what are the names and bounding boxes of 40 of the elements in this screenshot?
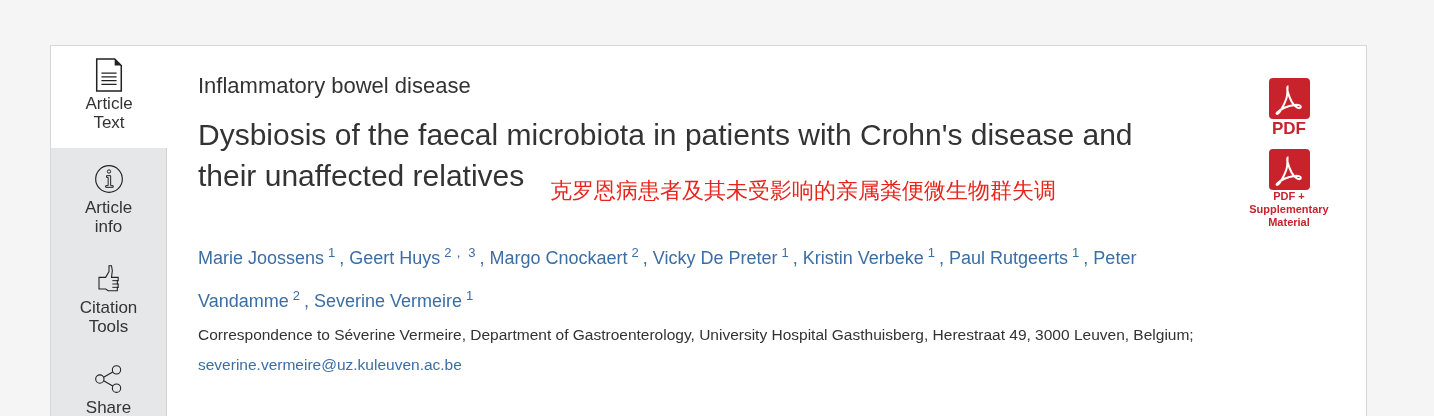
sidebar-tab[interactable]: Share <box>51 348 167 416</box>
email-link[interactable]: severine.vermeire@uz.kuleuven.ac.be <box>198 356 462 373</box>
author-link[interactable]: Severine Vermeire <box>313 291 463 311</box>
affiliation-mark: 1 <box>927 245 935 260</box>
author-link[interactable]: Paul Rutgeerts <box>949 248 1069 268</box>
info-icon <box>93 162 124 196</box>
author-link[interactable]: Vicky De Preter <box>652 248 778 268</box>
sidebar-tab[interactable]: Citation Tools <box>51 248 167 348</box>
affiliation-mark: 1 <box>781 245 789 260</box>
pdf-icon <box>1268 149 1310 190</box>
translation-text: 克罗恩病患者及其未受影响的亲属粪便微生物群失调 <box>550 177 1057 205</box>
author-link[interactable]: Peter <box>1093 248 1137 268</box>
share-icon <box>93 362 124 396</box>
separator-comma: , <box>1083 248 1089 268</box>
affiliation-mark: 1 <box>1072 245 1080 260</box>
title-line: their unaffected relatives <box>198 158 525 194</box>
separator-comma: , <box>479 248 485 268</box>
affiliation-mark: 1 <box>328 245 336 260</box>
author-link[interactable]: Marie Joossens <box>198 248 325 268</box>
author-link[interactable]: Geert Huys <box>349 248 441 268</box>
author-link[interactable]: Vandamme <box>198 291 289 311</box>
author-link[interactable]: Margo Cnockaert <box>489 248 628 268</box>
pdf-download-link[interactable]: PDF <box>1268 78 1310 139</box>
document-icon <box>94 58 124 92</box>
section-heading: Inflammatory bowel disease <box>198 72 472 100</box>
pdf-download-link[interactable]: PDF + Supplementary Material <box>1244 149 1334 229</box>
sidebar-tab[interactable]: Article info <box>51 148 167 248</box>
affiliation-mark: 2 <box>631 245 639 260</box>
correspondence-text: Correspondence to Séverine Vermeire, Department of Gastroenterology, University Hospital Gasthuisberg, Herestraat 49, 3000 Leuven, Belgium; severine.vermeire@uz.kuleuven.ac.be <box>198 325 1195 375</box>
pdf-icon <box>1268 78 1310 119</box>
title-line: Dysbiosis of the faecal microbiota in patients with Crohn's disease and <box>198 117 1133 153</box>
affiliation-mark: 2 <box>292 288 300 303</box>
separator-comma: , <box>339 248 345 268</box>
affiliation-mark: 2， 3 <box>444 245 476 260</box>
author-link[interactable]: Kristin Verbeke <box>802 248 924 268</box>
separator-comma: , <box>303 291 309 311</box>
separator-comma: , <box>939 248 945 268</box>
affiliation-mark: 1 <box>466 288 474 303</box>
separator-comma: , <box>792 248 798 268</box>
separator-comma: , <box>642 248 648 268</box>
